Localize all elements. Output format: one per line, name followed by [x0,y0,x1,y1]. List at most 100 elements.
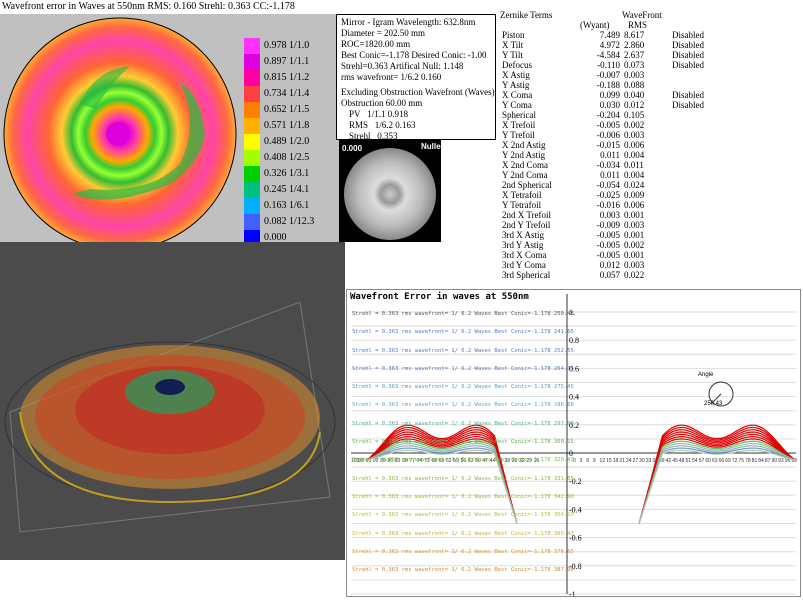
zernike-term-name: Spherical [502,110,536,120]
x-tick-label: 87 [765,458,771,464]
zernike-term-name: 3rd Y Astig [502,240,544,250]
colorbar-swatch [244,86,260,102]
3d-surface-plot [4,301,336,533]
zernike-term-name: 2nd X Trefoil [502,210,552,220]
colorbar-label: 0.571 1/1.8 [264,120,310,131]
zernike-rms-value: 0.022 [624,270,645,280]
x-tick-label: 27 [633,458,639,464]
zernike-wyant-value: -0.204 [596,110,620,120]
zernike-term-name: 3rd Y Coma [502,260,546,270]
zernike-term-name: 3rd X Coma [502,250,547,260]
zernike-status [670,140,724,150]
zernike-status: Disabled [672,50,704,60]
zernike-status [670,220,724,230]
wavefront-header: WaveFront [622,10,662,20]
zernike-wyant-value: -0.034 [596,160,620,170]
colorbar-label: 0.652 1/1.5 [264,104,310,115]
zernike-row: Spherical -0.204 0.105 [500,110,724,120]
colorbar-entry: 0.245 1/4.1 [244,182,339,198]
zernike-wyant-value: -0.015 [596,140,620,150]
colorbar-entry: 0.978 1/1.0 [244,38,339,54]
zernike-rms-value: 0.105 [624,110,645,120]
zernike-rows: Piston 7.489 8.617 Disabled X Tilt 4.972 2.860… [500,30,724,280]
zernike-row: Y Astig -0.188 0.088 [500,80,724,90]
colorbar-swatch [244,198,260,214]
zernike-status [670,130,724,140]
zernike-term-name: Y 2nd Coma [502,170,548,180]
colorbar-entry: 0.082 1/12.3 [244,214,339,230]
x-tick-label: 9 [593,458,596,464]
x-tick-label: 54 [692,458,698,464]
zernike-rms-value: 2.637 [624,50,645,60]
zernike-wyant-value: 0.011 [600,150,620,160]
x-tick-label: 84 [758,458,764,464]
legend-entry: Strehl = 0.363 rms wavefront= 1/ 6.2 Wav… [352,384,574,391]
wavefront-curve-right [638,442,796,524]
zernike-term-name: X Coma [502,90,533,100]
legend-entry: Strehl = 0.363 rms wavefront= 1/ 6.2 Wav… [352,329,574,336]
x-tick-label: 69 [725,458,731,464]
x-tick-label: 63 [712,458,718,464]
x-tick-label: 42 [666,458,672,464]
zernike-row: Piston 7.489 8.617 Disabled [500,30,724,40]
zernike-status: Disabled [672,60,704,70]
colorbar-swatch [244,134,260,150]
info-line: Strehl=0.363 Artifical Null: 1.148 [341,61,464,71]
colorbar-swatch [244,150,260,166]
zernike-term-name: X 2nd Astig [502,140,546,150]
zernike-row: Defocus -0.110 0.073 Disabled [500,60,724,70]
legend-entry: Strehl = 0.363 rms wavefront= 1/ 6.2 Wav… [352,439,574,446]
zernike-status: Disabled [672,100,704,110]
zernike-wyant-value: 0.012 [599,260,620,270]
zernike-status [670,150,724,160]
zernike-rms-value: 0.001 [624,250,645,260]
interferogram-left-label: 0.000 [342,144,363,153]
interferogram-right-label: Nulled [421,142,446,151]
zernike-rms-value: 0.088 [624,80,645,90]
zernike-row: X Astig -0.007 0.003 [500,70,724,80]
info-line: ROC=1820.00 mm [341,39,411,49]
zernike-wyant-value: -0.110 [597,60,620,70]
x-tick-label: 90 [772,458,778,464]
x-tick-label: 48 [679,458,685,464]
x-tick-label: 72 [732,458,738,464]
angle-dial[interactable] [703,380,743,410]
zernike-term-name: 2nd Y Trefoil [502,220,551,230]
zernike-wyant-value: -0.006 [596,130,620,140]
zernike-row: 2nd X Trefoil 0.003 0.001 [500,210,724,220]
legend-entry: Strehl = 0.363 rms wavefront= 1/ 6.2 Wav… [352,512,574,519]
colorbar-entry: 0.815 1/1.2 [244,70,339,86]
y-tick-label: -1. [569,590,578,596]
zernike-rms-value: 0.006 [624,140,645,150]
zernike-rms-value: 0.073 [624,60,645,70]
zernike-term-name: X Tetrafoil [502,190,542,200]
info-line: Diameter = 202.50 mm [341,28,426,38]
colorbar-entry: 0.652 1/1.5 [244,102,339,118]
3d-surface-view[interactable] [0,242,345,560]
colorbar-swatch [244,38,260,54]
colorbar-entry: 0.163 1/6.1 [244,198,339,214]
colorbar-entry: 0.734 1/1.4 [244,86,339,102]
zernike-status [670,180,724,190]
zernike-term-name: X Astig [502,70,530,80]
zernike-wyant-value: -0.188 [596,80,620,90]
x-tick-label: 33 [646,458,652,464]
zernike-term-name: Y Trefoil [502,130,535,140]
x-tick-label: 21 [619,458,625,464]
zernike-wyant-value: -0.005 [596,250,620,260]
colorbar-label: 0.897 1/1.1 [264,56,310,67]
zernike-status [670,200,724,210]
zernike-row: Y 2nd Astig 0.011 0.004 [500,150,724,160]
zernike-status [670,230,724,240]
info-line: Obstruction 60.00 mm [341,98,423,108]
colorbar-label: 0.489 1/2.0 [264,136,310,147]
colorbar-label: 0.815 1/1.2 [264,72,310,83]
zernike-rms-value: 0.002 [624,120,645,130]
zernike-rms-value: 0.024 [624,180,645,190]
zernike-row: 3rd Y Astig -0.005 0.002 [500,240,724,250]
colorbar-entry: 0.408 1/2.5 [244,150,339,166]
zernike-term-name: Y Coma [502,100,532,110]
zernike-row: X Tilt 4.972 2.860 Disabled [500,40,724,50]
zernike-rms-value: 0.002 [624,240,645,250]
x-tick-label: 45 [672,458,678,464]
